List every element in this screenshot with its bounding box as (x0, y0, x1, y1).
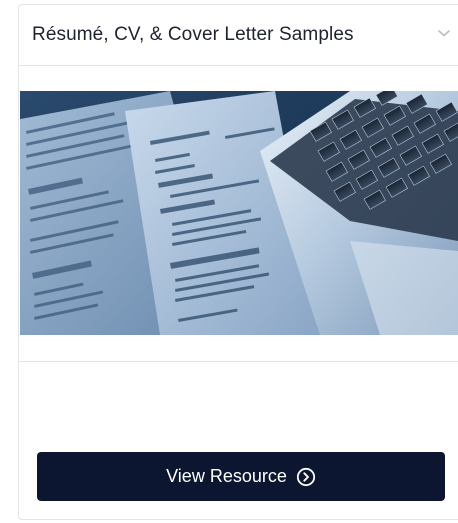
divider (19, 361, 458, 362)
view-resource-button[interactable]: View Resource (37, 452, 445, 501)
card-title: Résumé, CV, & Cover Letter Samples (32, 24, 354, 45)
chevron-down-icon[interactable] (437, 28, 451, 38)
card-header[interactable]: Résumé, CV, & Cover Letter Samples (19, 5, 458, 66)
circle-arrow-right-icon (296, 467, 315, 486)
resume-photo-illustration (20, 91, 458, 335)
resource-card: Résumé, CV, & Cover Letter Samples View … (18, 4, 458, 520)
view-resource-label: View Resource (166, 466, 287, 486)
resume-laptop-image (20, 91, 458, 335)
